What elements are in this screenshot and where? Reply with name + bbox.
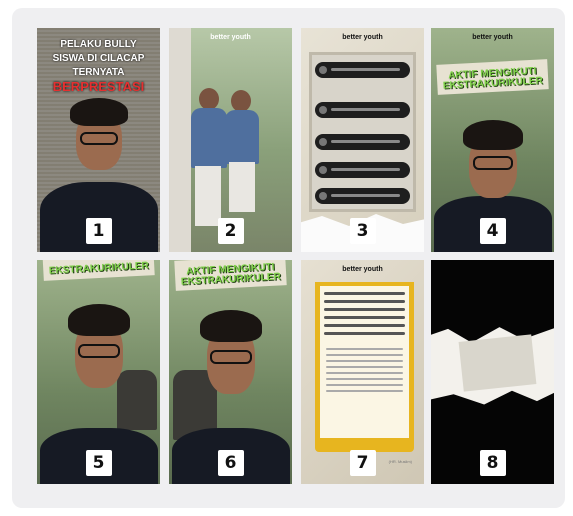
slide-1-headline: PELAKU BULLY SISWA DI CILACAP TERNYATA B… [37, 38, 160, 94]
arabic-line [324, 308, 405, 311]
comment-bubble [315, 188, 410, 204]
person-hair [199, 310, 262, 342]
caption-banner: AKTIF MENGIKUTI EKSTRAKURIKULER [436, 59, 549, 95]
person-hair [462, 120, 523, 150]
translation-line [326, 390, 403, 392]
quote-text-area [320, 286, 409, 438]
student-head [199, 88, 219, 110]
slide-tile-1[interactable]: PELAKU BULLY SISWA DI CILACAP TERNYATA B… [37, 28, 160, 252]
comment-screenshot [309, 52, 416, 212]
slide-number-badge: 2 [217, 218, 244, 244]
student-shirt [191, 108, 227, 168]
caption-banner: EKSTRAKURIKULER [42, 260, 155, 281]
torn-paper-layer [458, 334, 537, 392]
slide-number-badge: 6 [217, 450, 244, 476]
slide-number-badge: 7 [349, 450, 376, 476]
glasses-icon [472, 156, 513, 170]
brand-logo: better youth [472, 34, 513, 41]
translation-line [326, 348, 403, 350]
translation-line [326, 378, 403, 380]
slide-number-badge: 4 [479, 218, 506, 244]
banner-text: EKSTRAKURIKULER [48, 260, 150, 277]
quote-source: (HR. Muslim) [388, 459, 412, 464]
slide-number-badge: 5 [85, 450, 112, 476]
comment-bubble [315, 162, 410, 178]
glasses-icon [77, 344, 120, 358]
comment-bubble [315, 134, 410, 150]
student-pants [195, 166, 221, 226]
slide-number-badge: 1 [85, 218, 112, 244]
comment-bubble [315, 62, 410, 78]
slide-number-badge: 3 [349, 218, 376, 244]
translation-line [326, 372, 403, 374]
arabic-line [324, 332, 405, 335]
student-head [231, 90, 251, 112]
headline-line: SISWA DI CILACAP [52, 53, 145, 64]
student-pants [229, 162, 255, 212]
student-shirt [225, 110, 259, 164]
slide-number-badge: 8 [479, 450, 506, 476]
glasses-icon [79, 132, 118, 145]
brand-logo: better youth [342, 34, 383, 41]
person-hair [67, 304, 130, 336]
translation-line [326, 354, 403, 356]
arabic-line [324, 316, 405, 319]
slide-tile-8[interactable]: 8 [431, 260, 554, 484]
brand-logo: better youth [210, 34, 251, 41]
slide-tile-2[interactable]: better youth 2 [169, 28, 292, 252]
background-person [117, 370, 157, 430]
translation-line [326, 384, 403, 386]
slide-tile-5[interactable]: EKSTRAKURIKULER 5 [37, 260, 160, 484]
comment-bubble [315, 102, 410, 118]
quote-frame [315, 282, 414, 452]
translation-line [326, 366, 403, 368]
slide-tile-4[interactable]: better youth AKTIF MENGIKUTI EKSTRAKURIK… [431, 28, 554, 252]
arabic-line [324, 292, 405, 295]
banner-text: AKTIF MENGIKUTI EKSTRAKURIKULER [180, 261, 282, 288]
glasses-icon [209, 350, 252, 364]
slide-tile-3[interactable]: better youth 3 [301, 28, 424, 252]
slide-tile-7[interactable]: better youth (HR. Muslim) 7 [301, 260, 424, 484]
person-hair [69, 98, 128, 126]
caption-banner: AKTIF MENGIKUTI EKSTRAKURIKULER [174, 260, 287, 291]
brand-logo: better youth [342, 266, 383, 273]
headline-line: TERNYATA [72, 67, 125, 78]
slide-tile-6[interactable]: AKTIF MENGIKUTI EKSTRAKURIKULER 6 [169, 260, 292, 484]
headline-line: PELAKU BULLY [60, 39, 137, 50]
carousel-grid-card: PELAKU BULLY SISWA DI CILACAP TERNYATA B… [12, 8, 565, 508]
arabic-line [324, 300, 405, 303]
banner-text: AKTIF MENGIKUTI EKSTRAKURIKULER [442, 65, 544, 92]
wall-background [169, 28, 191, 252]
headline-highlight: BERPRESTASI [52, 79, 145, 94]
arabic-line [324, 324, 405, 327]
translation-line [326, 360, 403, 362]
